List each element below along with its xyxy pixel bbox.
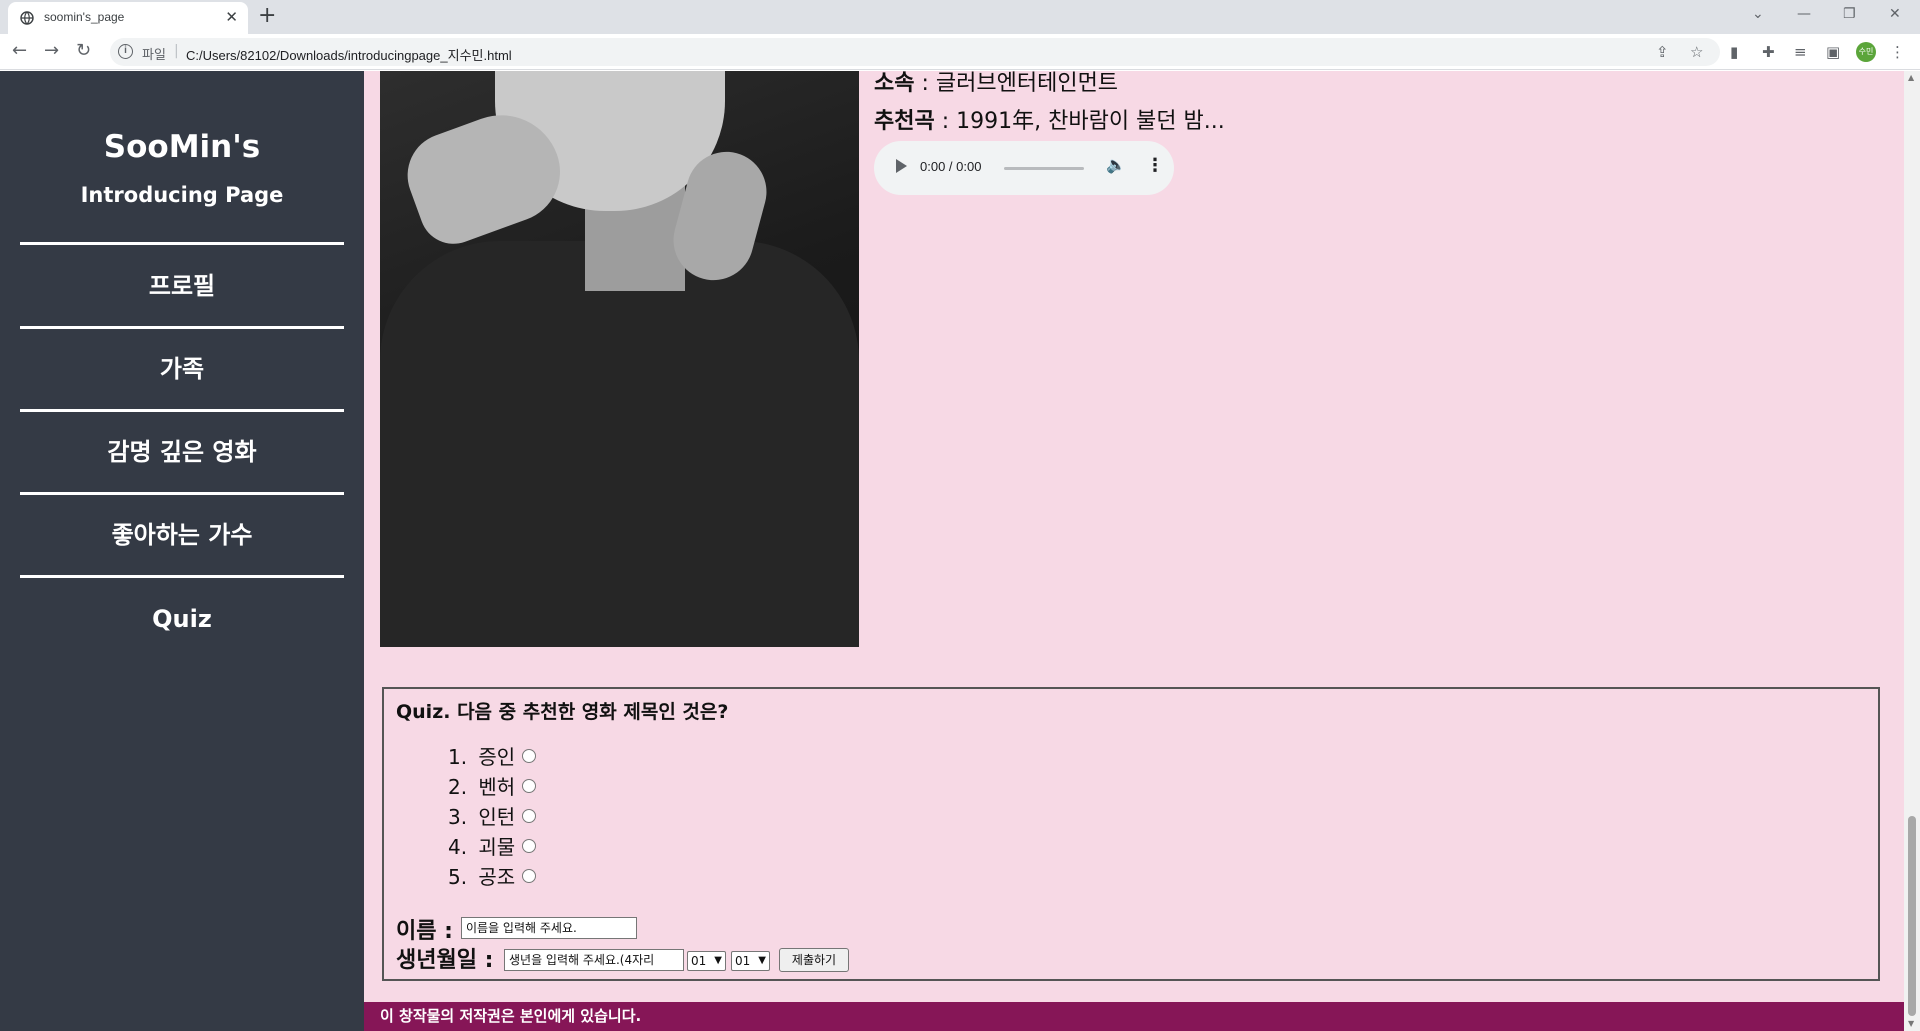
site-info-icon[interactable]: i — [118, 44, 133, 59]
quiz-option: 4. 괴물 — [448, 831, 515, 860]
audio-player: 0:00 / 0:00 🔈 ⋮ — [874, 141, 1174, 195]
option-radio[interactable] — [522, 779, 536, 793]
profile-avatar[interactable]: 수민 — [1856, 42, 1876, 62]
option-radio[interactable] — [522, 749, 536, 763]
browser-toolbar: ← → ↻ i 파일 | C:/Users/82102/Downloads/in… — [0, 34, 1920, 70]
birth-label: 생년월일 : — [396, 948, 494, 973]
birth-day-select[interactable]: 01 ▼ — [731, 951, 770, 971]
scrollbar[interactable]: ▲ ▼ — [1904, 71, 1920, 1031]
day-value: 01 — [735, 954, 751, 968]
globe-icon — [20, 11, 34, 25]
bookmark-star-icon[interactable]: ☆ — [1690, 43, 1703, 61]
chevron-down-icon: ▼ — [714, 955, 722, 966]
audio-seek-bar[interactable] — [1004, 167, 1084, 170]
menu-divider — [20, 575, 344, 578]
option-number: 2. — [448, 775, 468, 799]
brand-title: SooMin's — [103, 129, 261, 165]
reading-list-icon[interactable]: ≡ — [1794, 43, 1807, 61]
option-number: 5. — [448, 865, 468, 889]
photo-shape — [380, 241, 859, 647]
scroll-down-icon[interactable]: ▼ — [1908, 1019, 1914, 1028]
omnibox-separator: | — [174, 43, 179, 59]
restore-icon[interactable]: ❐ — [1843, 4, 1856, 24]
agency-line: 소속 : 글러브엔터테인먼트 — [874, 71, 1118, 97]
option-label: 공조 — [478, 865, 516, 889]
option-radio[interactable] — [522, 869, 536, 883]
close-tab-icon[interactable]: ✕ — [225, 8, 238, 26]
extensions-puzzle-icon[interactable]: ✚ — [1762, 43, 1775, 61]
side-panel-icon[interactable]: ▣ — [1826, 43, 1840, 61]
address-bar[interactable]: i 파일 | C:/Users/82102/Downloads/introduc… — [110, 38, 1720, 66]
browser-tab[interactable]: soomin's_page ✕ — [8, 2, 248, 34]
tab-search-icon[interactable]: ⌄ — [1752, 4, 1764, 24]
name-input[interactable]: 이름을 입력해 주세요. — [461, 917, 637, 939]
singer-photo — [380, 71, 859, 647]
option-label: 인턴 — [478, 805, 516, 829]
sidebar-item-profile[interactable]: 프로필 — [0, 246, 364, 326]
volume-icon[interactable]: 🔈 — [1106, 155, 1126, 174]
option-label: 벤허 — [478, 775, 516, 799]
tab-title: soomin's_page — [44, 10, 125, 24]
agency-value: : 글러브엔터테인먼트 — [914, 71, 1119, 96]
option-number: 3. — [448, 805, 468, 829]
footer: 이 창작물의 저작권은 본인에게 있습니다. — [364, 1002, 1904, 1031]
name-label: 이름 : — [396, 919, 453, 944]
chevron-down-icon: ▼ — [758, 955, 766, 966]
menu-kebab-icon[interactable]: ⋮ — [1890, 43, 1905, 61]
audio-time: 0:00 / 0:00 — [920, 159, 982, 174]
song-label: 추천곡 — [874, 109, 935, 134]
brand-subtitle: Introducing Page — [80, 183, 284, 207]
month-value: 01 — [691, 954, 707, 968]
sidebar-item-quiz[interactable]: Quiz — [0, 579, 364, 659]
extension-info-icon[interactable]: ▮ — [1730, 43, 1738, 61]
option-radio[interactable] — [522, 839, 536, 853]
sidebar: SooMin's Introducing Page 프로필 가족 감명 깊은 영… — [0, 71, 364, 1031]
song-line: 추천곡 : 1991年, 찬바람이 불던 밤... — [874, 103, 1225, 135]
song-value: : 1991年, 찬바람이 불던 밤... — [934, 109, 1225, 134]
scroll-up-icon[interactable]: ▲ — [1908, 73, 1914, 82]
agency-label: 소속 — [874, 71, 915, 96]
forward-icon[interactable]: → — [44, 41, 59, 61]
quiz-option: 2. 벤허 — [448, 771, 515, 800]
menu-divider — [20, 242, 344, 245]
sidebar-item-family[interactable]: 가족 — [0, 329, 364, 409]
scroll-thumb[interactable] — [1908, 816, 1916, 1016]
birth-month-select[interactable]: 01 ▼ — [687, 951, 726, 971]
option-radio[interactable] — [522, 809, 536, 823]
page-viewport: SooMin's Introducing Page 프로필 가족 감명 깊은 영… — [0, 71, 1920, 1031]
scheme-label: 파일 — [142, 48, 166, 63]
option-number: 4. — [448, 835, 468, 859]
quiz-question: Quiz. 다음 중 추천한 영화 제목인 것은? — [396, 701, 729, 723]
tab-strip: soomin's_page ✕ + ⌄ — ❐ ✕ — [0, 0, 1920, 34]
new-tab-button[interactable]: + — [258, 4, 276, 28]
reload-icon[interactable]: ↻ — [76, 41, 91, 61]
quiz-option: 1. 증인 — [448, 741, 515, 770]
minimize-icon[interactable]: — — [1797, 4, 1811, 24]
more-options-icon[interactable]: ⋮ — [1146, 155, 1164, 176]
back-icon[interactable]: ← — [12, 41, 27, 61]
quiz-option: 3. 인턴 — [448, 801, 515, 830]
share-icon[interactable]: ⇪ — [1656, 43, 1669, 61]
close-window-icon[interactable]: ✕ — [1889, 4, 1901, 24]
option-label: 증인 — [478, 745, 516, 769]
option-label: 괴물 — [478, 835, 516, 859]
sidebar-item-movie[interactable]: 감명 깊은 영화 — [0, 412, 364, 492]
url-text[interactable]: C:/Users/82102/Downloads/introducingpage… — [186, 45, 512, 64]
quiz-option: 5. 공조 — [448, 861, 515, 890]
quiz-form: Quiz. 다음 중 추천한 영화 제목인 것은? 1. 증인 2. 벤허 3.… — [382, 687, 1880, 981]
option-number: 1. — [448, 745, 468, 769]
birth-year-input[interactable]: 생년을 입력해 주세요.(4자리 — [504, 949, 684, 971]
main-content: 소속 : 글러브엔터테인먼트 추천곡 : 1991年, 찬바람이 불던 밤...… — [364, 71, 1904, 1031]
play-icon[interactable] — [896, 159, 907, 173]
sidebar-item-singer[interactable]: 좋아하는 가수 — [0, 495, 364, 575]
submit-button[interactable]: 제출하기 — [779, 948, 849, 972]
